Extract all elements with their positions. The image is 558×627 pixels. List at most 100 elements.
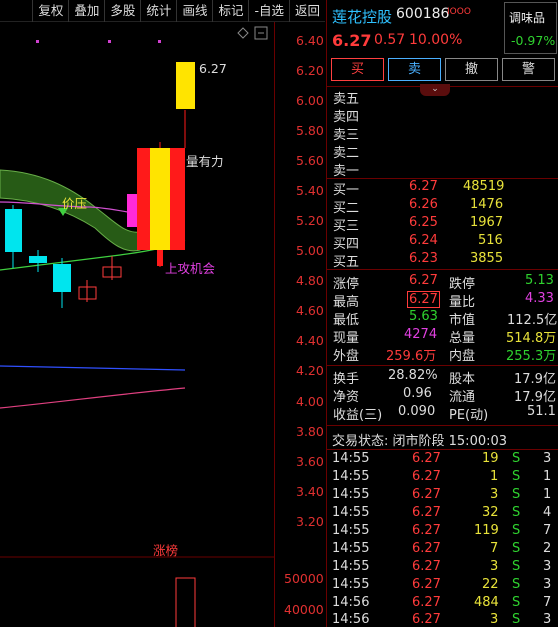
diamond-icon	[237, 27, 249, 39]
tick-row: 14:55 6.27 32 S 4	[327, 505, 558, 523]
kline-chart[interactable]: 6.27 量有力 价压 上攻机会 涨榜 6.40 6.20 6.00 5.80 …	[0, 22, 325, 627]
price-tick: 4.80	[296, 273, 324, 288]
multi-stock-button[interactable]: 多股	[104, 0, 140, 22]
tick-time: 14:55	[332, 487, 370, 502]
volume-power-annot: 量有力	[186, 154, 224, 169]
bid-volume: 3855	[470, 251, 504, 266]
last-volume-value: 4274	[404, 327, 438, 342]
stock-name[interactable]: 莲花控股	[332, 6, 392, 27]
limit-up-annot: 涨榜	[153, 543, 179, 558]
quote-panel: 莲花控股 600186 IOOO 6.27 0.57 10.00% 调味品 -0…	[326, 0, 558, 627]
limit-up-value: 6.27	[409, 273, 438, 288]
buy-button[interactable]: 买	[331, 58, 384, 81]
cancel-order-button[interactable]: 撤	[445, 58, 498, 81]
bid-label: 买四	[333, 237, 360, 252]
candle-4	[78, 280, 97, 302]
tick-row: 14:55 6.27 3 S 1	[327, 487, 558, 505]
tick-price: 6.27	[412, 612, 441, 627]
bid-row[interactable]: 买三 6.25 1967	[327, 215, 558, 234]
back-button[interactable]: 返回	[288, 0, 325, 22]
bid-volume: 48519	[463, 179, 505, 194]
bid-row[interactable]: 买一 6.27 48519	[327, 179, 558, 198]
mark-button[interactable]: 标记	[212, 0, 248, 22]
limit-down-label: 跌停	[449, 277, 476, 292]
tick-count: 2	[543, 541, 552, 556]
tick-price: 6.27	[412, 541, 441, 556]
draw-line-button[interactable]: 画线	[176, 0, 212, 22]
bid-price: 6.23	[409, 251, 438, 266]
bid-price: 6.25	[409, 215, 438, 230]
tick-row: 14:56 6.27 484 S 7	[327, 595, 558, 613]
ask-row: 卖四	[327, 106, 558, 125]
overlay-button[interactable]: 叠加	[68, 0, 104, 22]
bid-row[interactable]: 买五 6.23 3855	[327, 251, 558, 270]
ask-label: 卖二	[333, 146, 360, 161]
price-pressure-annot: 价压	[62, 196, 88, 211]
share-capital-label: 股本	[449, 372, 476, 387]
tick-row: 14:55 6.27 7 S 2	[327, 541, 558, 559]
stats-row: 现量 4274 总量 514.8万	[327, 327, 558, 346]
restore-rights-button[interactable]: 复权	[32, 0, 68, 22]
candle-2	[29, 250, 47, 272]
tick-volume: 484	[474, 595, 499, 610]
stock-code: 600186	[396, 6, 450, 22]
stats-row: 涨停 6.27 跌停 5.13	[327, 273, 558, 292]
last-volume-label: 现量	[333, 331, 360, 346]
tick-count: 4	[543, 505, 552, 520]
tick-row: 14:55 6.27 22 S 3	[327, 577, 558, 595]
tick-volume: 3	[490, 559, 499, 574]
net-asset-value: 0.96	[403, 386, 432, 401]
price-tick: 6.00	[296, 93, 324, 108]
tick-time: 14:55	[332, 469, 370, 484]
price-tick: 4.00	[296, 394, 324, 409]
bid-price: 6.24	[409, 233, 438, 248]
tick-count: 1	[543, 487, 552, 502]
tick-row: 14:55 6.27 19 S 3	[327, 451, 558, 469]
tick-time: 14:56	[332, 612, 370, 627]
tick-volume: 3	[490, 487, 499, 502]
sector-box[interactable]: 调味品 -0.97%	[504, 2, 557, 54]
tick-side: S	[512, 577, 521, 592]
bid-volume: 516	[478, 233, 503, 248]
float-value: 17.9亿	[514, 390, 556, 405]
pe-value: 51.1	[527, 404, 556, 419]
tick-time: 14:55	[332, 559, 370, 574]
tick-volume: 119	[474, 523, 499, 538]
pe-label: PE(动)	[449, 408, 489, 423]
price-tick: 5.40	[296, 183, 324, 198]
candle-8	[176, 62, 195, 148]
price-tick: 5.20	[296, 213, 324, 228]
remove-watchlist-button[interactable]: -自选	[248, 0, 289, 22]
ask-label: 卖三	[333, 128, 360, 143]
bid-label: 买三	[333, 219, 360, 234]
tick-row: 14:55 6.27 3 S 3	[327, 559, 558, 577]
ma-line-pink	[0, 387, 186, 409]
tick-side: S	[512, 523, 521, 538]
price-tick: 5.60	[296, 153, 324, 168]
bid-row[interactable]: 买二 6.26 1476	[327, 197, 558, 216]
stats-row: 净资 0.96 流通 17.9亿	[327, 386, 558, 405]
limit-down-value: 5.13	[525, 273, 554, 288]
tick-side: S	[512, 487, 521, 502]
statistics-button[interactable]: 统计	[140, 0, 176, 22]
tick-side: S	[512, 595, 521, 610]
tick-count: 7	[543, 523, 552, 538]
tick-time: 14:56	[332, 595, 370, 610]
tick-volume: 32	[482, 505, 499, 520]
quote-header: 莲花控股 600186 IOOO 6.27 0.57 10.00% 调味品 -0…	[327, 0, 558, 58]
total-volume-value: 514.8万	[506, 331, 557, 346]
alert-button[interactable]: 警	[502, 58, 555, 81]
tick-count: 7	[543, 595, 552, 610]
price-tick: 3.40	[296, 484, 324, 499]
tick-row: 14:55 6.27 119 S 7	[327, 523, 558, 541]
sell-button[interactable]: 卖	[388, 58, 441, 81]
tick-volume: 7	[490, 541, 499, 556]
volume-ratio-label: 量比	[449, 295, 476, 310]
tick-side: S	[512, 541, 521, 556]
stats-row: 外盘 259.6万 内盘 255.3万	[327, 345, 558, 364]
bid-row[interactable]: 买四 6.24 516	[327, 233, 558, 252]
tick-volume: 22	[482, 577, 499, 592]
bid-volume: 1476	[470, 197, 504, 212]
marker-dot	[36, 40, 39, 43]
tick-time: 14:55	[332, 523, 370, 538]
